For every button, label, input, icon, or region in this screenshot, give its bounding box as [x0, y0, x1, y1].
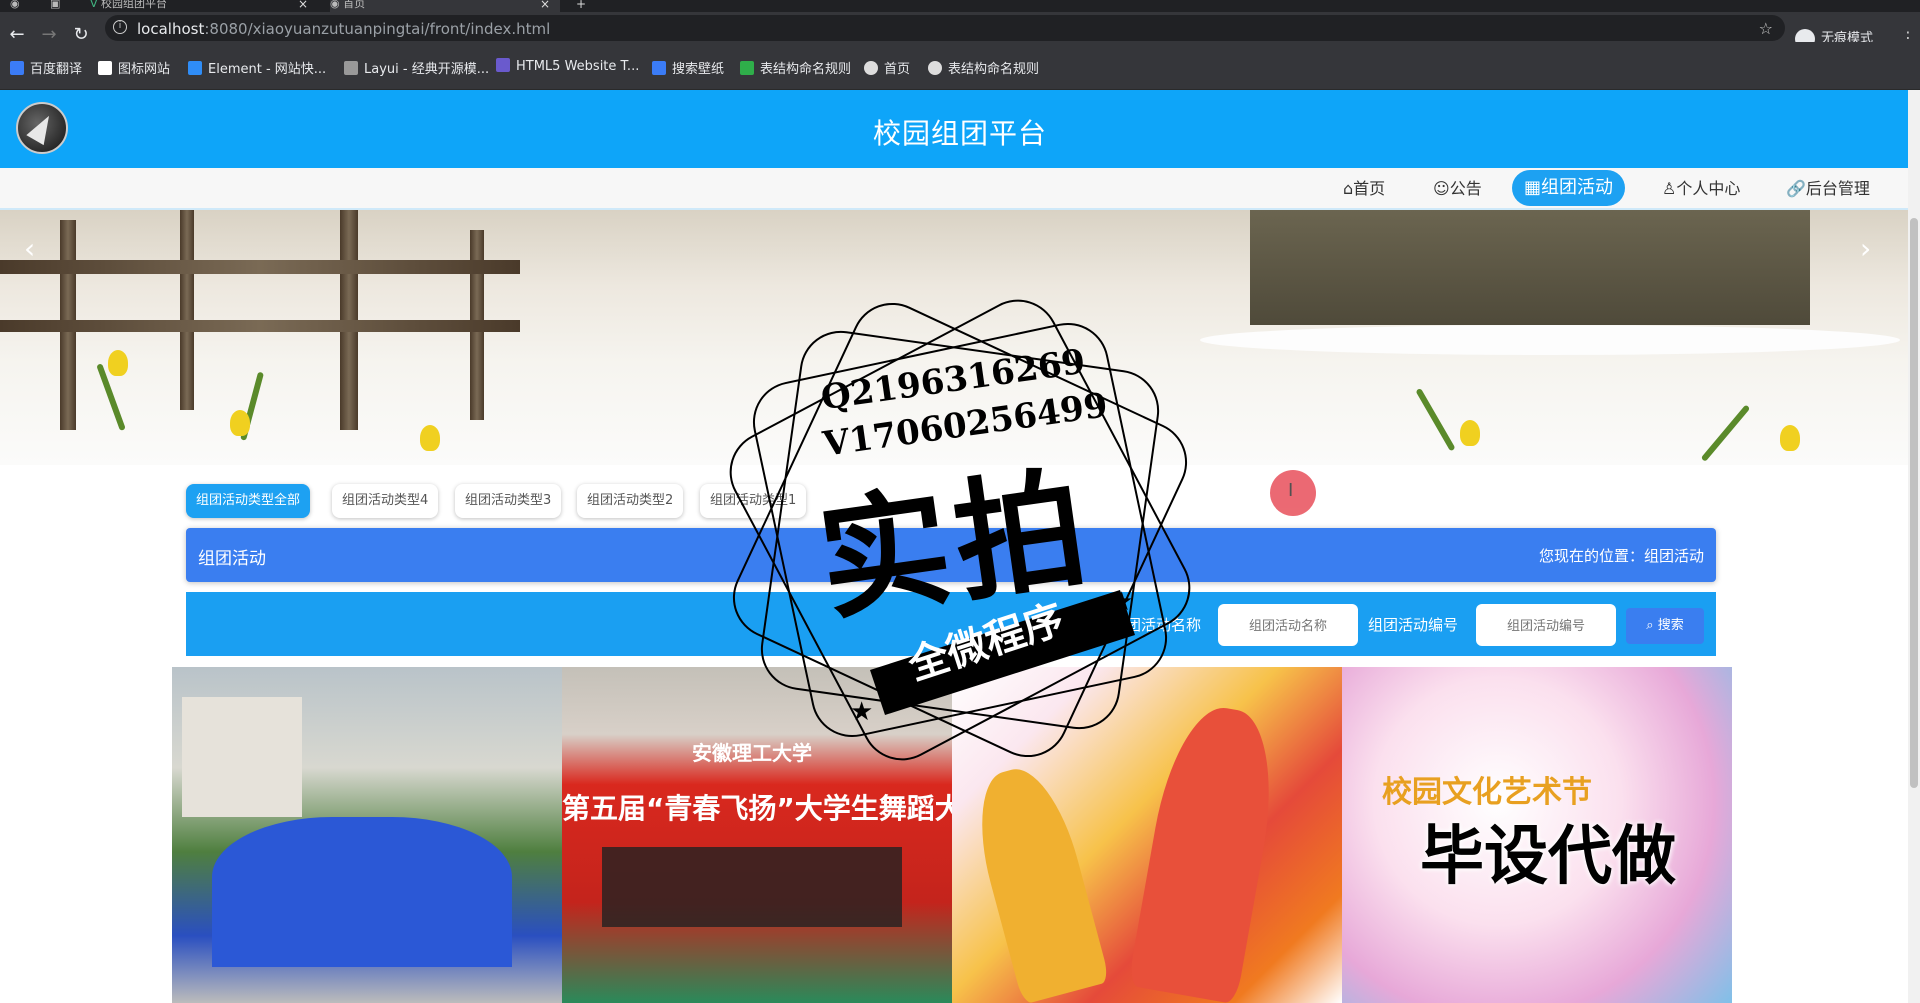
tab-close-icon[interactable]: ×: [298, 0, 308, 10]
code-label: 组团活动编号: [1368, 616, 1459, 634]
nav-item-notice[interactable]: ☺公告: [1433, 176, 1482, 202]
bookmark-item[interactable]: 表结构命名规则: [740, 58, 851, 77]
leaf: [1415, 387, 1456, 452]
snow-drift: [1200, 325, 1900, 355]
globe-icon: [928, 61, 942, 75]
tab-campus-platform[interactable]: V 校园组团平台: [90, 0, 310, 12]
wallpaper-icon: [652, 61, 666, 75]
bookmark-item[interactable]: Layui - 经典开源模...: [344, 58, 489, 77]
url-field[interactable]: i localhost:8080/xiaoyuanzutuanpingtai/f…: [105, 15, 1785, 41]
cottage-image: [1250, 210, 1810, 325]
category-type3[interactable]: 组团活动类型3: [455, 484, 562, 518]
leaf: [1700, 404, 1751, 462]
flower: [230, 410, 250, 436]
flower: [1780, 425, 1800, 451]
bookmark-item[interactable]: 图标网站: [98, 58, 170, 77]
fence-rail: [0, 260, 520, 274]
nav-item-activity[interactable]: ▦组团活动: [1512, 170, 1626, 206]
activity-card[interactable]: 校园文化艺术节 毕设代做: [1342, 667, 1732, 1003]
notice-icon: ☺: [1433, 179, 1450, 198]
globe-icon: [864, 61, 878, 75]
svg-text:★: ★: [850, 697, 873, 727]
tab-label: 首页: [343, 0, 366, 10]
fence-post: [180, 210, 194, 410]
url-text: localhost:8080/xiaoyuanzutuanpingtai/fro…: [137, 20, 551, 38]
nav-item-home[interactable]: ⌂首页: [1343, 176, 1385, 202]
tab-home[interactable]: ◉ 首页: [330, 0, 560, 12]
tab-label: 校园组团平台: [101, 0, 168, 10]
html5-icon: [496, 58, 510, 72]
browser-tab-strip: ◉ ▣ V 校园组团平台 × ◉ 首页 × +: [0, 0, 1920, 12]
translate-icon: [10, 61, 24, 75]
address-bar-row: ← → ↻ i localhost:8080/xiaoyuanzutuanpin…: [0, 12, 1920, 44]
carousel-prev-icon[interactable]: ‹: [24, 232, 35, 265]
bookmarks-bar: 百度翻译 图标网站 Element - 网站快... Layui - 经典开源模…: [0, 42, 1920, 90]
activity-icon: ▦: [1524, 177, 1542, 198]
dancers: [602, 847, 902, 927]
stage-backdrop: [212, 817, 512, 967]
card-caption: 毕设代做: [1420, 820, 1676, 894]
sheet-icon: [740, 61, 754, 75]
flower: [108, 350, 128, 376]
bookmark-item[interactable]: 搜索壁纸: [652, 58, 724, 77]
code-search-input[interactable]: [1476, 604, 1616, 646]
breadcrumb: 您现在的位置：组团活动: [1538, 547, 1704, 565]
vue-icon: V: [90, 0, 98, 10]
fence-rail: [0, 320, 520, 332]
globe-icon: ◉: [330, 0, 340, 10]
home-icon: ⌂: [1343, 179, 1354, 198]
card-caption: 第五届“青春飞扬”大学生舞蹈大: [562, 792, 952, 825]
search-button[interactable]: ⌕ 搜索: [1626, 608, 1704, 644]
bookmark-item[interactable]: HTML5 Website T...: [496, 58, 639, 74]
bookmark-star-icon[interactable]: ☆: [1759, 19, 1773, 38]
nav-item-admin[interactable]: 🔗后台管理: [1786, 176, 1870, 202]
site-header: 校园组团平台: [0, 90, 1908, 168]
category-type4[interactable]: 组团活动类型4: [332, 484, 439, 518]
bookmark-item[interactable]: 表结构命名规则: [928, 58, 1039, 77]
category-all[interactable]: 组团活动类型全部: [186, 484, 311, 518]
search-icon: ⌕: [1646, 618, 1658, 633]
flag-icon: [98, 61, 112, 75]
bookmark-item[interactable]: Element - 网站快...: [188, 58, 326, 77]
new-tab-icon[interactable]: +: [576, 0, 586, 10]
category-type2[interactable]: 组团活动类型2: [577, 484, 684, 518]
nav-item-profile[interactable]: ♙个人中心: [1662, 176, 1740, 202]
building: [182, 697, 302, 817]
element-icon: [188, 61, 202, 75]
info-icon[interactable]: i: [113, 20, 127, 34]
carousel-next-icon[interactable]: ›: [1860, 232, 1871, 265]
activity-card[interactable]: [172, 667, 562, 1003]
bookmark-item[interactable]: 百度翻译: [10, 58, 82, 77]
tab-close-icon[interactable]: ×: [540, 0, 550, 10]
name-search-input[interactable]: [1218, 604, 1358, 646]
flower: [1460, 420, 1480, 446]
player-silhouette: [963, 759, 1111, 1003]
cursor-highlight: [1270, 470, 1316, 516]
main-nav: ⌂首页 ☺公告 ▦组团活动 ♙个人中心 🔗后台管理: [0, 168, 1908, 210]
svg-text:★: ★: [1110, 587, 1133, 617]
section-title: 组团活动: [198, 549, 266, 569]
user-icon: ♙: [1662, 179, 1677, 198]
bookmark-item[interactable]: 首页: [864, 58, 910, 77]
site-title: 校园组团平台: [872, 117, 1047, 150]
flower: [420, 425, 440, 451]
layui-icon: [344, 61, 358, 75]
browser-logo-icon: ◉: [10, 0, 20, 10]
link-icon: 🔗: [1786, 179, 1806, 198]
window-icon: ▣: [50, 0, 61, 10]
